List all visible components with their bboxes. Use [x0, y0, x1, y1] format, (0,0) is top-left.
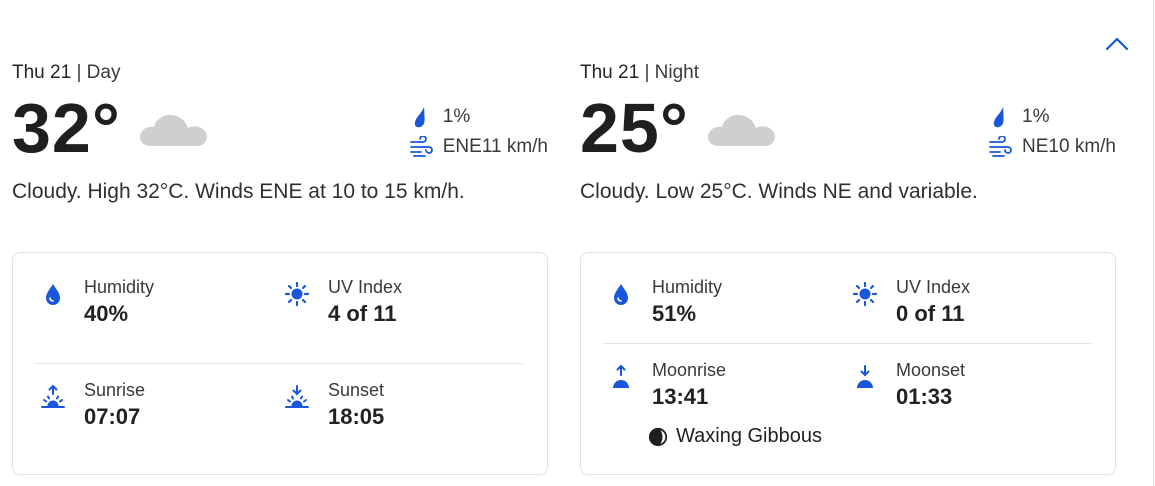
day-summary: Cloudy. High 32°C. Winds ENE at 10 to 15… [12, 180, 465, 203]
sunrise-value: 07:07 [84, 404, 141, 429]
night-forecast-panel: Thu 21 | Night 25° 1% NE10 km/h Cloudy. … [580, 60, 1116, 475]
wind-icon [409, 136, 433, 157]
night-details-card: Humidity 51% UV Index 0 of 11 Moonrise 1… [580, 252, 1116, 475]
sunset-icon [285, 385, 309, 408]
moon-phase: Waxing Gibbous [648, 425, 822, 448]
raindrop-icon [414, 107, 425, 128]
day-wind: ENE11 km/h [409, 132, 548, 162]
night-separator: | [644, 62, 650, 83]
cloud-icon [139, 114, 207, 146]
day-forecast-panel: Thu 21 | Day 32° 1% ENE11 km/h Cloudy. H… [12, 60, 548, 475]
day-date: Thu 21 [12, 62, 72, 83]
day-precip: 1% [409, 102, 548, 132]
night-part: Night [654, 62, 700, 83]
night-wind: NE10 km/h [988, 132, 1116, 162]
panel-right-border [1153, 0, 1154, 486]
night-temp-row: 25° 1% NE10 km/h [580, 89, 1116, 170]
moonrise-icon [613, 364, 629, 388]
day-temperature: 32° [12, 89, 121, 167]
uv-value: 0 of 11 [896, 301, 965, 326]
night-temperature: 25° [580, 89, 689, 167]
night-wind-value: NE10 km/h [1022, 136, 1116, 157]
humidity-icon [614, 284, 628, 305]
sun-icon [284, 281, 310, 307]
cloud-icon [707, 114, 775, 146]
sunrise-icon [41, 384, 65, 408]
day-part: Day [86, 62, 121, 83]
night-metrics: 1% NE10 km/h [988, 102, 1116, 162]
moonrise-label: Moonrise [652, 360, 727, 380]
day-precip-value: 1% [442, 106, 471, 127]
night-precip-value: 1% [1022, 106, 1050, 127]
sun-icon [852, 281, 878, 307]
moonset-icon [857, 365, 873, 388]
raindrop-icon [993, 107, 1004, 128]
day-details-card: Humidity 40% UV Index 4 of 11 Sunrise 07… [12, 252, 548, 475]
day-separator: | [76, 62, 82, 83]
uv-label: UV Index [896, 277, 971, 297]
collapse-button[interactable] [1104, 33, 1130, 55]
night-summary: Cloudy. Low 25°C. Winds NE and variable. [580, 180, 978, 203]
uv-value: 4 of 11 [328, 301, 397, 326]
details-divider [35, 363, 523, 364]
humidity-value: 40% [84, 301, 129, 326]
moonset-label: Moonset [896, 360, 966, 380]
moon-phase-label: Waxing Gibbous [676, 425, 822, 447]
humidity-label: Humidity [652, 277, 723, 297]
sunset-label: Sunset [328, 380, 385, 400]
day-temp-row: 32° 1% ENE11 km/h [12, 89, 548, 170]
night-precip: 1% [988, 102, 1116, 132]
wind-icon [989, 136, 1012, 157]
moonrise-value: 13:41 [652, 384, 709, 409]
day-metrics: 1% ENE11 km/h [409, 102, 548, 162]
humidity-icon [46, 284, 60, 305]
moon-phase-icon [648, 427, 668, 446]
night-date: Thu 21 [580, 62, 640, 83]
sunrise-label: Sunrise [84, 380, 146, 400]
uv-label: UV Index [328, 277, 403, 297]
details-divider [603, 343, 1091, 344]
humidity-label: Humidity [84, 277, 155, 297]
day-wind-value: ENE11 km/h [442, 136, 548, 157]
moonset-value: 01:33 [896, 384, 953, 409]
night-header: Thu 21 | Night [580, 60, 1116, 86]
day-header: Thu 21 | Day [12, 60, 548, 86]
chevron-up-icon [1105, 37, 1129, 51]
sunset-value: 18:05 [328, 404, 385, 429]
humidity-value: 51% [652, 301, 697, 326]
